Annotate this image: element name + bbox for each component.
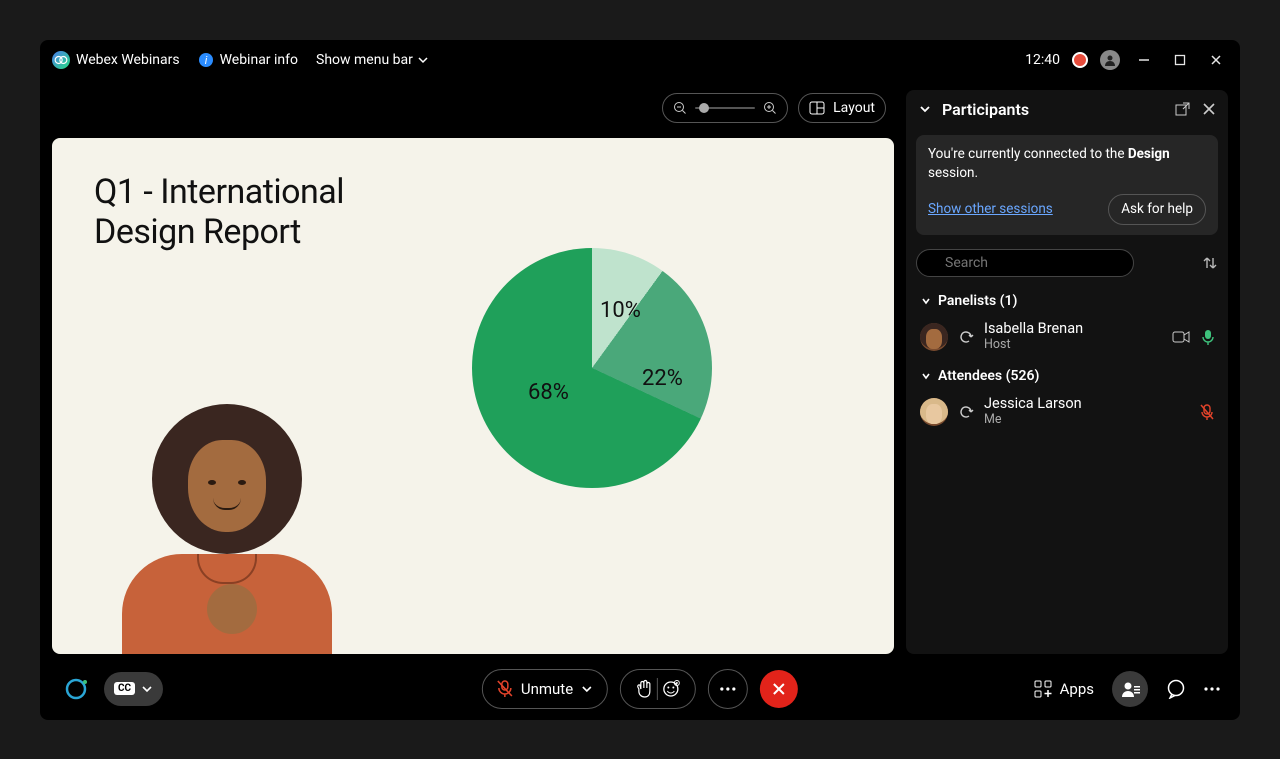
unmute-button[interactable]: Unmute: [482, 669, 608, 709]
raise-hand-icon: [636, 679, 653, 699]
host-indicator-icon[interactable]: [1100, 50, 1120, 70]
mic-muted-icon: [497, 680, 513, 698]
webinar-info[interactable]: i Webinar info: [198, 52, 298, 68]
captions-button[interactable]: CC: [104, 672, 163, 706]
layout-icon: [809, 101, 825, 115]
app-window: Webex Webinars i Webinar info Show menu …: [40, 40, 1240, 720]
menu-label: Show menu bar: [316, 52, 413, 68]
ask-for-help-button[interactable]: Ask for help: [1108, 194, 1206, 226]
control-bar: CC Unmute Apps: [40, 658, 1240, 720]
pie-slice-label-0: 10%: [600, 298, 641, 323]
info-label: Webinar info: [220, 52, 298, 68]
panel-header: Participants: [906, 90, 1228, 129]
show-other-sessions-link[interactable]: Show other sessions: [928, 200, 1053, 220]
reactions-button[interactable]: [620, 669, 696, 709]
panel-title: Participants: [942, 100, 1029, 119]
zoom-control[interactable]: [662, 93, 788, 123]
slide-title: Q1 - International Design Report: [52, 138, 894, 254]
sync-icon: [958, 404, 974, 420]
emoji-icon: [662, 680, 680, 698]
info-icon: i: [198, 52, 214, 68]
participant-name: Isabella Brenan: [984, 321, 1083, 338]
pie-slice-label-1: 22%: [642, 366, 683, 391]
maximize-button[interactable]: [1168, 48, 1192, 72]
pie-slice-label-2: 68%: [528, 380, 569, 405]
webex-logo-icon: [52, 51, 70, 69]
layout-label: Layout: [833, 100, 875, 116]
close-panel-icon[interactable]: [1202, 102, 1216, 117]
apps-button[interactable]: Apps: [1034, 680, 1094, 698]
panelists-header[interactable]: Panelists (1): [906, 283, 1228, 315]
menu-bar-toggle[interactable]: Show menu bar: [316, 52, 429, 68]
participant-role: Me: [984, 413, 1082, 427]
svg-text:i: i: [204, 54, 207, 67]
sync-icon: [958, 329, 974, 345]
session-info-text: You're currently connected to the Design…: [928, 145, 1206, 184]
collapse-icon[interactable]: [918, 102, 932, 116]
unmute-label: Unmute: [521, 680, 573, 698]
app-title: Webex Webinars: [52, 51, 180, 69]
search-input[interactable]: [916, 249, 1134, 277]
popout-icon[interactable]: [1175, 102, 1190, 117]
main-area: Layout Q1 - International Design Report: [40, 80, 1240, 658]
avatar: [920, 398, 948, 426]
clock: 12:40: [1025, 52, 1060, 68]
panel-options-button[interactable]: [1204, 687, 1220, 691]
apps-label: Apps: [1060, 680, 1094, 698]
cc-icon: CC: [114, 682, 135, 695]
pie-chart: 10% 22% 68%: [472, 248, 712, 488]
presentation-stage: Q1 - International Design Report 10% 22%…: [52, 138, 894, 654]
zoom-in-icon[interactable]: [763, 101, 777, 115]
stage-controls: Layout: [52, 90, 894, 126]
more-options-button[interactable]: [708, 669, 748, 709]
participant-role: Host: [984, 338, 1083, 352]
sort-button[interactable]: [1202, 255, 1218, 271]
zoom-slider[interactable]: [695, 107, 755, 109]
video-icon[interactable]: [1172, 330, 1190, 344]
presenter-image: [112, 394, 362, 654]
chevron-down-icon: [417, 54, 429, 66]
chat-button[interactable]: [1166, 679, 1186, 699]
mic-active-icon[interactable]: [1202, 329, 1214, 345]
participants-toggle-button[interactable]: [1112, 671, 1148, 707]
webex-assistant-icon[interactable]: [60, 672, 94, 706]
record-indicator-icon[interactable]: [1072, 52, 1088, 68]
participant-row-panelist[interactable]: Isabella Brenan Host: [906, 315, 1228, 358]
participant-name: Jessica Larson: [984, 396, 1082, 413]
leave-button[interactable]: [760, 670, 798, 708]
attendees-header[interactable]: Attendees (526): [906, 358, 1228, 390]
titlebar: Webex Webinars i Webinar info Show menu …: [40, 40, 1240, 80]
minimize-button[interactable]: [1132, 48, 1156, 72]
participant-row-attendee[interactable]: Jessica Larson Me: [906, 390, 1228, 433]
session-info-box: You're currently connected to the Design…: [916, 135, 1218, 236]
apps-icon: [1034, 680, 1052, 698]
layout-button[interactable]: Layout: [798, 93, 886, 123]
participants-panel: Participants You're currently connected …: [906, 90, 1228, 654]
app-name-label: Webex Webinars: [76, 52, 180, 68]
zoom-out-icon[interactable]: [673, 101, 687, 115]
mic-muted-icon[interactable]: [1200, 404, 1214, 420]
close-button[interactable]: [1204, 48, 1228, 72]
avatar: [920, 323, 948, 351]
